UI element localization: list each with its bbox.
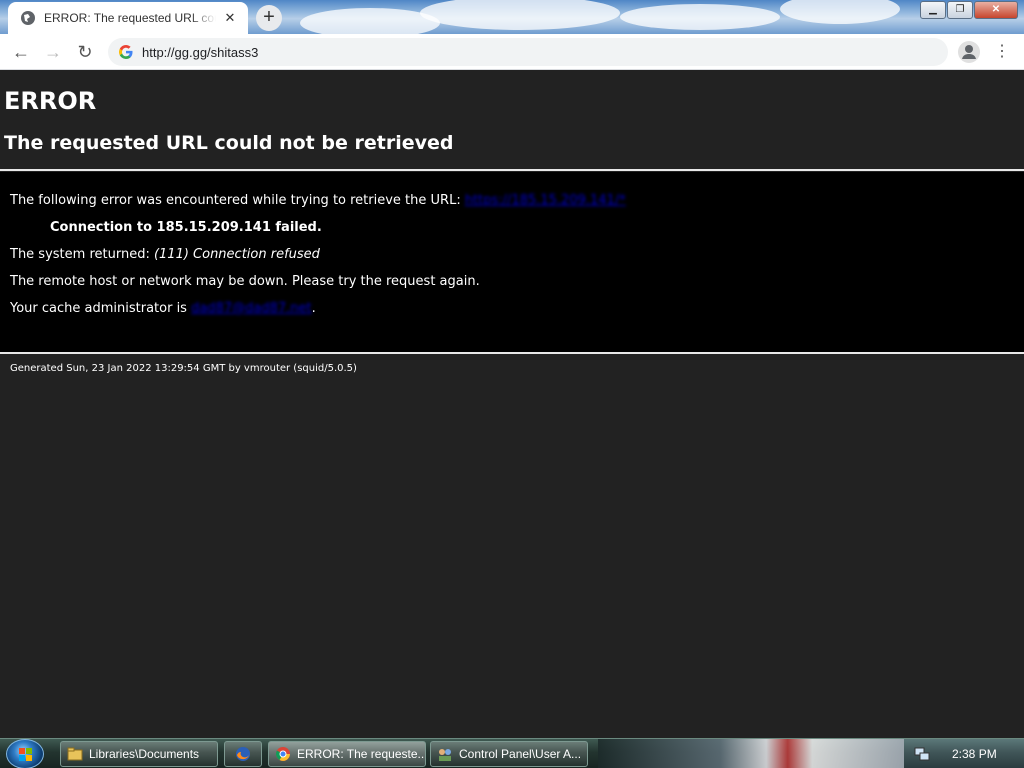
cache-admin-label: Your cache administrator is [10,301,192,316]
system-returned-line: The system returned: (111) Connection re… [10,247,320,262]
firefox-icon [236,747,250,761]
address-bar[interactable]: http://gg.gg/shitass3 [108,38,948,66]
sky-cloud [420,0,620,30]
taskbar-item-label: ERROR: The requeste... [297,747,426,761]
control-panel-icon [439,749,451,761]
page-content: ERROR The requested URL could not be ret… [0,71,1024,738]
connection-failed-text: Connection to 185.15.209.141 failed. [50,220,322,235]
windows-taskbar: Libraries\Documents ERROR: The requeste.… [0,738,1024,768]
chrome-icon [275,747,290,761]
generated-footer: Generated Sun, 23 Jan 2022 13:29:54 GMT … [10,363,357,374]
sky-cloud [300,8,440,34]
taskbar-item-firefox[interactable] [224,741,262,767]
browser-menu-button[interactable]: ⋮ [992,39,1012,65]
error-url-link[interactable]: https://185.15.209.141/* [465,193,626,208]
start-button[interactable] [6,739,44,768]
taskbar-item-control-panel[interactable]: Control Panel\User A... [430,741,588,767]
taskbar-item-chrome[interactable]: ERROR: The requeste... [268,741,426,767]
error-intro-text: The following error was encountered whil… [10,193,465,208]
taskbar-item-label: Libraries\Documents [89,747,200,761]
sky-cloud [780,0,900,24]
new-tab-button[interactable]: + [256,5,282,31]
system-returned-value: (111) Connection refused [153,247,320,262]
taskbar-item-label: Control Panel\User A... [459,747,582,761]
top-divider [0,169,1024,171]
desktop-wallpaper-strip [598,739,904,768]
sky-cloud [620,4,780,30]
address-bar-url: http://gg.gg/shitass3 [142,44,259,60]
person-icon [962,45,976,59]
globe-icon [21,11,35,25]
window-controls: ▁ ❐ ✕ [919,1,1018,19]
remote-host-message: The remote host or network may be down. … [10,274,480,289]
page-subtitle: The requested URL could not be retrieved [4,132,454,154]
tab-title: ERROR: The requested URL could not be re… [44,11,216,25]
back-button[interactable]: ← [8,39,34,65]
browser-toolbar: ← → ↻ http://gg.gg/shitass3 ⋮ [0,34,1024,70]
folder-icon [67,747,83,761]
close-window-button[interactable]: ✕ [974,1,1018,19]
forward-button[interactable]: → [40,39,66,65]
error-intro-line: The following error was encountered whil… [10,193,626,208]
cache-admin-line: Your cache administrator is dad87@dad87.… [10,301,316,316]
taskbar-item-libraries[interactable]: Libraries\Documents [60,741,218,767]
google-icon [119,45,133,59]
profile-avatar-button[interactable] [958,41,980,63]
page-title: ERROR [4,87,97,115]
system-returned-label: The system returned: [10,247,154,262]
network-icon[interactable] [914,746,930,762]
bottom-divider [0,352,1024,354]
minimize-button[interactable]: ▁ [920,1,946,19]
browser-tab-strip: ERROR: The requested URL could not be re… [0,0,1024,34]
cache-admin-suffix: . [311,301,316,316]
tab-close-button[interactable]: ✕ [222,10,238,26]
windows-logo-icon [19,748,32,761]
system-tray: 2:38 PM [904,739,1024,768]
cache-admin-email-link[interactable]: dad87@dad87.net [191,301,312,316]
error-details-block: The following error was encountered whil… [0,172,1024,352]
system-clock[interactable]: 2:38 PM [952,747,997,761]
reload-button[interactable]: ↻ [72,39,98,65]
browser-tab-active[interactable]: ERROR: The requested URL could not be re… [8,2,248,34]
restore-button[interactable]: ❐ [947,1,973,19]
